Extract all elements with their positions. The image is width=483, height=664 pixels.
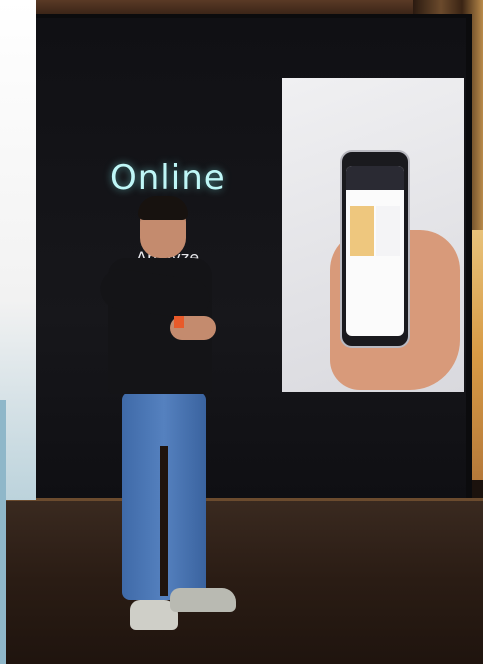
left-post xyxy=(0,400,6,664)
leg-gap xyxy=(160,446,168,596)
clicker-icon xyxy=(174,316,184,328)
speaker-hair xyxy=(138,196,188,220)
stage-photo: Online Analyze xyxy=(0,0,483,664)
right-sneaker xyxy=(170,588,236,612)
product-card xyxy=(376,206,400,256)
phone-screen xyxy=(346,166,404,336)
slide-headline: Online xyxy=(110,158,226,198)
product-card xyxy=(350,206,374,256)
smartphone-image xyxy=(340,150,410,348)
phone-app-header xyxy=(346,166,404,190)
speaker xyxy=(96,196,246,636)
